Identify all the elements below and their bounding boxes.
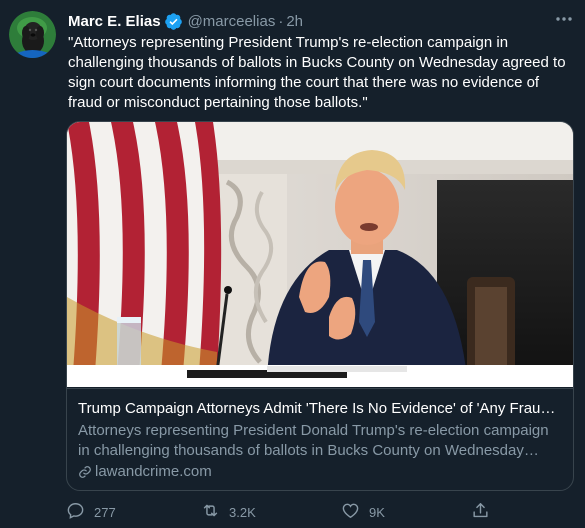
like-button[interactable]: 9K bbox=[341, 500, 385, 524]
card-domain-text: lawandcrime.com bbox=[95, 463, 212, 480]
reply-icon bbox=[66, 501, 85, 523]
timestamp[interactable]: 2h bbox=[286, 13, 303, 30]
tweet-header: Marc E. Elias @marceelias · 2h bbox=[68, 11, 303, 31]
like-count: 9K bbox=[369, 504, 385, 520]
more-options-icon[interactable] bbox=[553, 10, 575, 28]
reply-button[interactable]: 277 bbox=[66, 500, 116, 524]
tweet[interactable]: Marc E. Elias @marceelias · 2h "Attorney… bbox=[0, 0, 585, 528]
card-description: Attorneys representing President Donald … bbox=[78, 422, 549, 459]
verified-badge-icon bbox=[164, 12, 183, 31]
separator-dot: · bbox=[278, 12, 284, 30]
card-image bbox=[67, 122, 573, 387]
author-handle[interactable]: @marceelias bbox=[188, 13, 276, 30]
retweet-count: 3.2K bbox=[229, 504, 256, 520]
author-display-name[interactable]: Marc E. Elias bbox=[68, 13, 161, 30]
card-info: Trump Campaign Attorneys Admit 'There Is… bbox=[67, 388, 573, 490]
card-domain[interactable]: lawandcrime.com bbox=[78, 462, 562, 482]
tweet-actions: 277 3.2K 9K bbox=[0, 500, 585, 524]
share-button[interactable] bbox=[471, 500, 490, 524]
tweet-text: "Attorneys representing President Trump'… bbox=[68, 34, 566, 111]
share-icon bbox=[471, 501, 490, 523]
link-card[interactable]: Trump Campaign Attorneys Admit 'There Is… bbox=[66, 121, 574, 491]
card-title[interactable]: Trump Campaign Attorneys Admit 'There Is… bbox=[78, 399, 562, 419]
heart-icon bbox=[341, 501, 360, 523]
retweet-button[interactable]: 3.2K bbox=[201, 500, 256, 524]
retweet-icon bbox=[201, 501, 220, 523]
link-icon bbox=[78, 465, 92, 479]
reply-count: 277 bbox=[94, 504, 116, 520]
avatar[interactable] bbox=[9, 11, 56, 58]
